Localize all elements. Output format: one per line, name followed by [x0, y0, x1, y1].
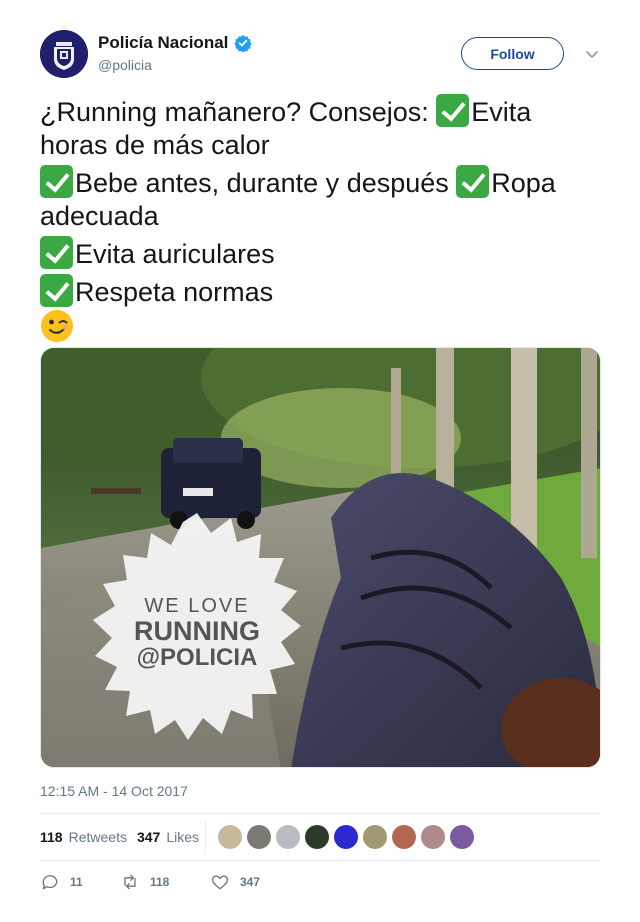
liker-avatar[interactable]	[450, 825, 474, 849]
liker-avatar[interactable]	[218, 825, 242, 849]
check-mark-icon	[436, 94, 470, 127]
overlay-line-1: WE LOVE	[144, 595, 249, 617]
policia-shield-logo-icon	[40, 30, 88, 78]
like-count: 347	[240, 875, 261, 889]
tweet-line-1: ¿Running mañanero? Consejos: Evita horas…	[40, 94, 600, 162]
name-row: Policía Nacional	[98, 33, 253, 53]
tweet-line-3: Evita auriculares	[40, 236, 600, 271]
divider	[40, 860, 600, 861]
tweet-line-4-text: Respeta normas	[75, 277, 274, 307]
verified-badge-icon	[234, 35, 253, 52]
liker-avatar[interactable]	[392, 825, 416, 849]
tweet-line-3-text: Evita auriculares	[75, 239, 275, 269]
timestamp[interactable]: 12:15 AM - 14 Oct 2017	[40, 783, 188, 799]
liker-avatar[interactable]	[305, 825, 329, 849]
heart-icon	[211, 875, 229, 890]
retweets-count: 118	[40, 829, 63, 845]
tweet-line-4: Respeta normas	[40, 274, 600, 309]
liker-avatar[interactable]	[247, 825, 271, 849]
retweet-count: 118	[150, 875, 170, 889]
likers-avatars	[218, 825, 474, 849]
tweet-photo[interactable]: WE LOVE RUNNING @POLICIA	[40, 347, 601, 768]
liker-avatar[interactable]	[363, 825, 387, 849]
check-mark-icon	[40, 274, 73, 307]
reply-count: 11	[70, 875, 83, 889]
tweet-header: Policía Nacional @policia Follow	[40, 30, 600, 80]
avatar[interactable]	[40, 30, 88, 78]
likes-stat[interactable]: 347 Likes	[137, 829, 199, 845]
follow-button[interactable]: Follow	[461, 37, 564, 70]
check-mark-icon	[40, 236, 73, 269]
winking-face-icon	[41, 310, 73, 342]
overlay-line-3: @POLICIA	[137, 644, 258, 671]
tweet-text: ¿Running mañanero? Consejos: Evita horas…	[40, 94, 600, 345]
likes-label: Likes	[166, 829, 199, 845]
name-block: Policía Nacional @policia	[98, 33, 253, 73]
retweets-stat[interactable]: 118 Retweets	[40, 829, 127, 845]
display-name[interactable]: Policía Nacional	[98, 33, 228, 53]
tweet-line-5	[40, 309, 600, 345]
retweets-label: Retweets	[68, 829, 127, 845]
check-mark-icon	[40, 165, 73, 198]
liker-avatar[interactable]	[276, 825, 300, 849]
stats-separator	[205, 821, 206, 853]
running-photo-image: WE LOVE RUNNING @POLICIA	[41, 348, 600, 767]
tweet-stats: 118 Retweets 347 Likes	[40, 829, 209, 845]
like-action[interactable]: 347	[210, 872, 260, 892]
check-mark-icon	[456, 165, 490, 198]
reply-icon	[42, 875, 58, 890]
retweet-icon	[124, 874, 136, 890]
tweet-line-2a: Bebe antes, durante y después	[75, 168, 457, 198]
retweet-action[interactable]: 118	[120, 872, 210, 892]
handle[interactable]: @policia	[98, 57, 252, 73]
reply-action[interactable]: 11	[40, 872, 120, 892]
likes-count: 347	[136, 829, 161, 845]
tweet-line-2: Bebe antes, durante y después Ropa adecu…	[40, 165, 600, 233]
overlay-line-2: RUNNING	[134, 616, 260, 646]
divider	[40, 813, 600, 814]
chevron-down-icon[interactable]	[584, 46, 600, 62]
liker-avatar[interactable]	[421, 825, 445, 849]
tweet-actions: 11 118 347	[40, 872, 260, 892]
tweet-line-1-text: ¿Running mañanero? Consejos:	[40, 97, 437, 127]
liker-avatar[interactable]	[334, 825, 358, 849]
